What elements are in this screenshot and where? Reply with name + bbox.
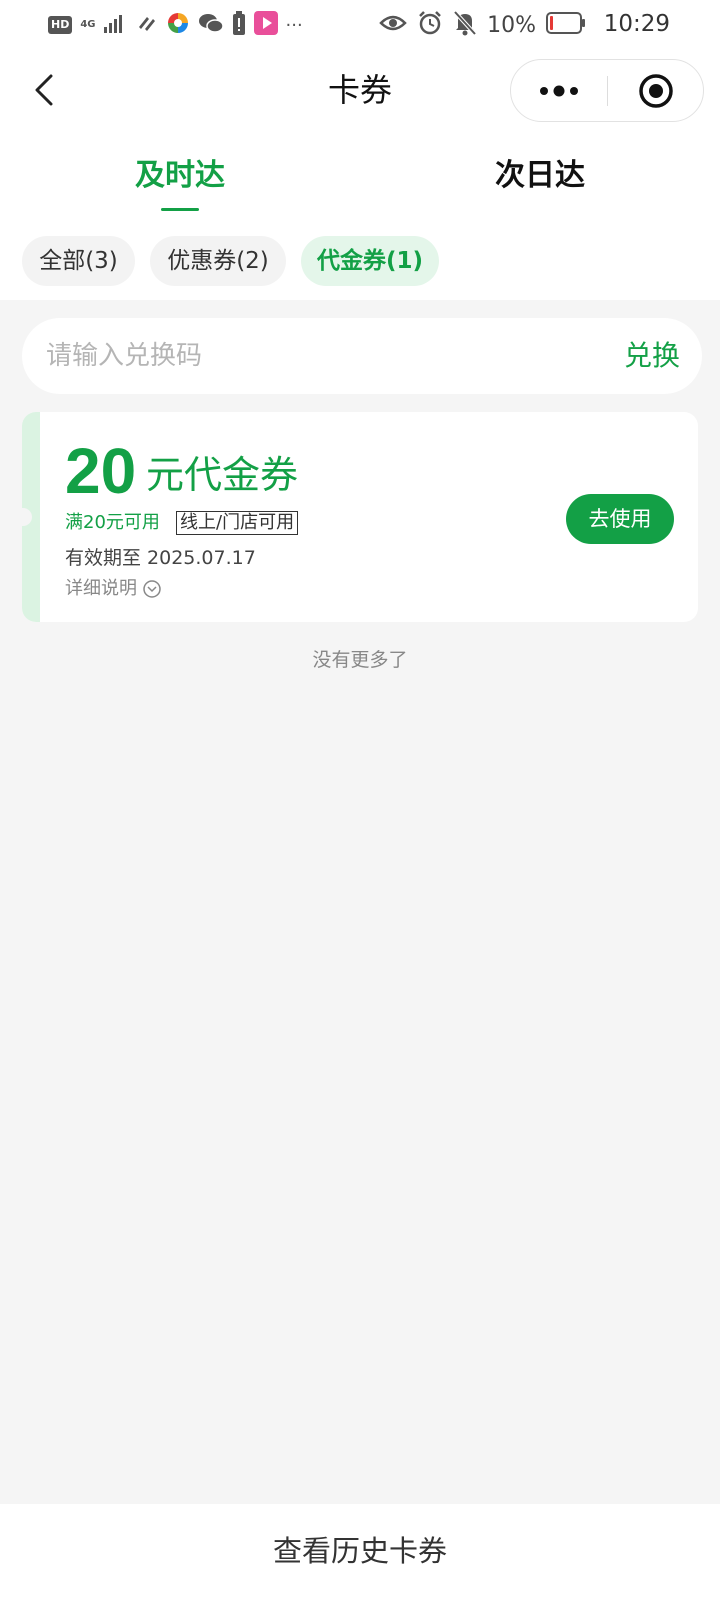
coupon-card: 20 元代金券 满20元可用 线上/门店可用 有效期至 2025.07.17 详… [22,412,698,622]
more-notifications: ··· [285,14,303,36]
tab-instant[interactable]: 及时达 [80,156,280,196]
list-end-text: 没有更多了 [312,649,408,671]
chevron-down-circle-icon [143,580,161,598]
more-button[interactable] [511,60,607,121]
coupon-filters: 全部(3) 优惠券(2) 代金券(1) [0,230,720,300]
colorful-app-icon [166,11,190,39]
battery-alert-icon [232,11,246,39]
coupon-amount: 20 [65,435,137,507]
clock: 10:29 [603,11,670,37]
redeem-bar: 兑换 [22,318,702,394]
status-left: HD 4G ··· [48,11,303,39]
coupon-detail-toggle[interactable]: 详细说明 [65,576,161,602]
status-bar: HD 4G ··· 10% 10:29 [0,0,720,50]
mini-program-capsule [510,59,704,122]
tab-next-day[interactable]: 次日达 [440,156,640,196]
network-type: 4G [80,19,96,30]
battery-icon [546,12,586,38]
coupon-type: 元代金券 [146,453,299,497]
eye-icon [379,13,407,37]
link-icon [136,13,158,37]
signal-icon [103,13,128,37]
video-app-icon [253,11,278,39]
alarm-icon [417,10,443,40]
more-dots-icon [540,85,578,96]
coupon-detail-label: 详细说明 [65,578,137,599]
battery-percent: 10% [487,12,536,38]
coupon-expiry: 有效期至 2025.07.17 [65,547,256,569]
redeem-button[interactable]: 兑换 [624,334,680,378]
delivery-tabs: 及时达 次日达 [0,130,720,230]
redeem-code-input[interactable] [46,332,546,380]
use-coupon-button[interactable]: 去使用 [566,494,674,544]
coupon-channel-tag: 线上/门店可用 [176,511,299,535]
hd-indicator: HD [48,16,73,34]
target-close-icon [639,73,673,108]
filter-discount[interactable]: 优惠券(2) [150,236,286,286]
filter-voucher[interactable]: 代金券(1) [301,236,439,286]
bottom-bar: 查看历史卡券 [0,1504,720,1600]
bell-off-icon [453,10,477,40]
view-history-button[interactable]: 查看历史卡券 [0,1530,720,1572]
active-tab-indicator [161,208,199,211]
close-button[interactable] [608,60,704,121]
status-right: 10% [379,10,586,40]
nav-bar: 卡券 [0,50,720,130]
filter-all[interactable]: 全部(3) [22,236,135,286]
coupon-condition: 满20元可用 [65,512,160,533]
wechat-icon [198,12,224,38]
